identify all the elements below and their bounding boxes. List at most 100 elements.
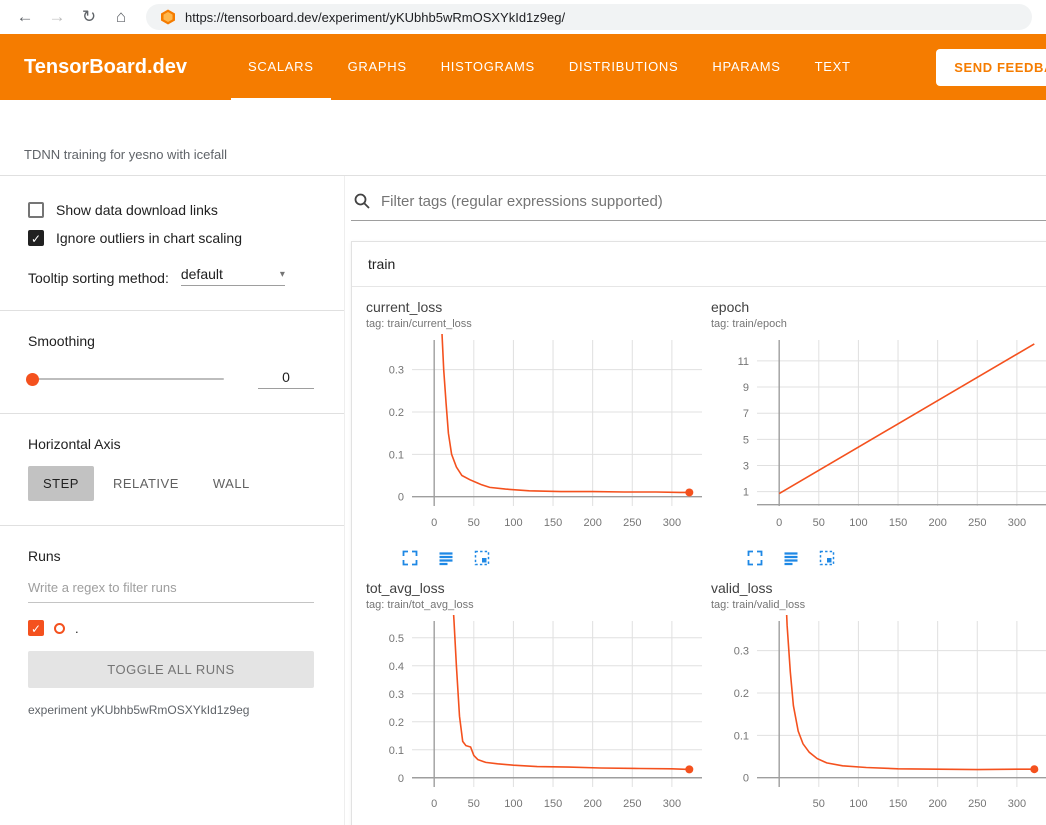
svg-text:0: 0 bbox=[431, 517, 437, 529]
fit-domain-icon[interactable] bbox=[472, 548, 492, 568]
chart-current-loss: current_loss tag: train/current_loss 00.… bbox=[366, 299, 706, 580]
line-chart[interactable]: 00.10.20.3050100150200250300 bbox=[366, 334, 706, 545]
top-nav: SCALARS GRAPHS HISTOGRAMS DISTRIBUTIONS … bbox=[231, 34, 868, 100]
svg-text:0.4: 0.4 bbox=[389, 661, 404, 673]
svg-text:250: 250 bbox=[623, 798, 641, 810]
train-card: train current_loss tag: train/current_lo… bbox=[351, 241, 1046, 825]
svg-text:0.2: 0.2 bbox=[389, 717, 404, 729]
svg-text:300: 300 bbox=[663, 798, 681, 810]
chart-title: tot_avg_loss bbox=[366, 580, 706, 596]
smoothing-section: Smoothing 0 bbox=[28, 333, 314, 389]
runs-filter-input[interactable]: Write a regex to filter runs bbox=[28, 580, 314, 603]
send-feedback-button[interactable]: SEND FEEDBACK bbox=[936, 49, 1046, 86]
experiment-id-line: experiment yKUbhb5wRmOSXYkId1z9eg bbox=[28, 703, 314, 717]
chart-toolbar bbox=[400, 548, 706, 568]
experiment-description: TDNN training for yesno with icefall bbox=[24, 147, 227, 162]
tooltip-sorting-select[interactable]: default ▾ bbox=[181, 266, 285, 286]
chart-tot-avg-loss: tot_avg_loss tag: train/tot_avg_loss 0 0.… bbox=[366, 580, 706, 825]
svg-text:0: 0 bbox=[776, 517, 782, 529]
scalars-main: Filter tags (regular expressions support… bbox=[345, 176, 1046, 825]
axis-relative-button[interactable]: RELATIVE bbox=[98, 466, 194, 501]
chart-tag: tag: train/valid_loss bbox=[711, 599, 1046, 611]
chevron-down-icon: ▾ bbox=[280, 269, 285, 280]
run-checkbox[interactable]: ✓ bbox=[28, 620, 44, 636]
chart-valid-loss: valid_loss tag: train/valid_loss 00.10.2… bbox=[711, 580, 1046, 825]
chart-tag: tag: train/tot_avg_loss bbox=[366, 599, 706, 611]
data-table-icon[interactable] bbox=[436, 548, 456, 568]
svg-text:1: 1 bbox=[743, 487, 749, 499]
expand-chart-icon[interactable] bbox=[745, 548, 765, 568]
sidebar-divider bbox=[0, 310, 344, 311]
svg-text:0: 0 bbox=[431, 798, 437, 810]
show-download-links-label: Show data download links bbox=[56, 202, 218, 218]
app-header: TensorBoard.dev SCALARS GRAPHS HISTOGRAM… bbox=[0, 34, 1046, 100]
svg-text:200: 200 bbox=[928, 798, 946, 810]
svg-text:0: 0 bbox=[743, 773, 749, 785]
brand-title: TensorBoard.dev bbox=[24, 56, 187, 79]
smoothing-value-input[interactable]: 0 bbox=[258, 369, 314, 389]
svg-text:100: 100 bbox=[849, 517, 867, 529]
svg-text:150: 150 bbox=[889, 517, 907, 529]
tooltip-sorting-value: default bbox=[181, 266, 223, 282]
back-icon[interactable]: ← bbox=[10, 3, 40, 31]
svg-text:0.5: 0.5 bbox=[389, 633, 404, 645]
reload-icon[interactable]: ↻ bbox=[74, 3, 104, 31]
ignore-outliers-row: ✓ Ignore outliers in chart scaling bbox=[28, 230, 314, 246]
smoothing-slider-thumb[interactable] bbox=[26, 373, 39, 386]
tab-hparams[interactable]: HPARAMS bbox=[695, 34, 797, 100]
run-row: ✓ . bbox=[28, 620, 314, 636]
svg-text:50: 50 bbox=[813, 517, 825, 529]
svg-text:50: 50 bbox=[468, 798, 480, 810]
svg-text:5: 5 bbox=[743, 434, 749, 446]
smoothing-slider[interactable] bbox=[28, 378, 224, 380]
show-download-links-checkbox[interactable] bbox=[28, 202, 44, 218]
tab-scalars[interactable]: SCALARS bbox=[231, 34, 331, 100]
run-color-swatch bbox=[54, 623, 65, 634]
tag-filter-row[interactable]: Filter tags (regular expressions support… bbox=[351, 188, 1046, 221]
tab-text[interactable]: TEXT bbox=[798, 34, 868, 100]
search-icon bbox=[353, 192, 371, 210]
line-chart[interactable]: 00.10.20.30.40.5050100150200250300 bbox=[366, 615, 706, 825]
svg-text:200: 200 bbox=[583, 798, 601, 810]
chart-toolbar bbox=[745, 548, 1046, 568]
train-card-header[interactable]: train bbox=[352, 242, 1046, 287]
svg-text:0: 0 bbox=[398, 492, 404, 504]
line-chart[interactable]: 1357911050100150200250300 bbox=[711, 334, 1046, 545]
charts-grid: current_loss tag: train/current_loss 00.… bbox=[352, 287, 1046, 825]
tooltip-sorting-label: Tooltip sorting method: bbox=[28, 270, 169, 286]
tensorboard-favicon bbox=[160, 9, 176, 25]
home-icon[interactable]: ⌂ bbox=[106, 3, 136, 31]
smoothing-label: Smoothing bbox=[28, 333, 314, 349]
chart-epoch: epoch tag: train/epoch 13579110501001502… bbox=[711, 299, 1046, 580]
svg-text:250: 250 bbox=[968, 517, 986, 529]
chart-tag: tag: train/epoch bbox=[711, 318, 1046, 330]
svg-text:0.3: 0.3 bbox=[389, 689, 404, 701]
axis-wall-button[interactable]: WALL bbox=[198, 466, 265, 501]
run-name: . bbox=[75, 621, 79, 636]
fit-domain-icon[interactable] bbox=[817, 548, 837, 568]
runs-section: Runs Write a regex to filter runs ✓ . TO… bbox=[28, 548, 314, 717]
forward-icon[interactable]: → bbox=[42, 3, 72, 31]
tag-filter-input[interactable]: Filter tags (regular expressions support… bbox=[381, 193, 663, 210]
svg-text:0: 0 bbox=[398, 773, 404, 785]
svg-text:300: 300 bbox=[1008, 517, 1026, 529]
axis-step-button[interactable]: STEP bbox=[28, 466, 94, 501]
content: Show data download links ✓ Ignore outlie… bbox=[0, 176, 1046, 825]
tab-graphs[interactable]: GRAPHS bbox=[331, 34, 424, 100]
expand-chart-icon[interactable] bbox=[400, 548, 420, 568]
browser-toolbar: ← → ↻ ⌂ https://tensorboard.dev/experime… bbox=[0, 0, 1046, 34]
address-bar[interactable]: https://tensorboard.dev/experiment/yKUbh… bbox=[146, 4, 1032, 30]
svg-text:300: 300 bbox=[1008, 798, 1026, 810]
tab-distributions[interactable]: DISTRIBUTIONS bbox=[552, 34, 696, 100]
ignore-outliers-label: Ignore outliers in chart scaling bbox=[56, 230, 242, 246]
runs-label: Runs bbox=[28, 548, 314, 564]
svg-text:0.1: 0.1 bbox=[734, 730, 749, 742]
svg-text:100: 100 bbox=[504, 517, 522, 529]
data-table-icon[interactable] bbox=[781, 548, 801, 568]
svg-text:250: 250 bbox=[968, 798, 986, 810]
svg-text:300: 300 bbox=[663, 517, 681, 529]
toggle-all-runs-button[interactable]: TOGGLE ALL RUNS bbox=[28, 651, 314, 688]
tab-histograms[interactable]: HISTOGRAMS bbox=[424, 34, 552, 100]
line-chart[interactable]: 00.10.20.350100150200250300 bbox=[711, 615, 1046, 825]
ignore-outliers-checkbox[interactable]: ✓ bbox=[28, 230, 44, 246]
